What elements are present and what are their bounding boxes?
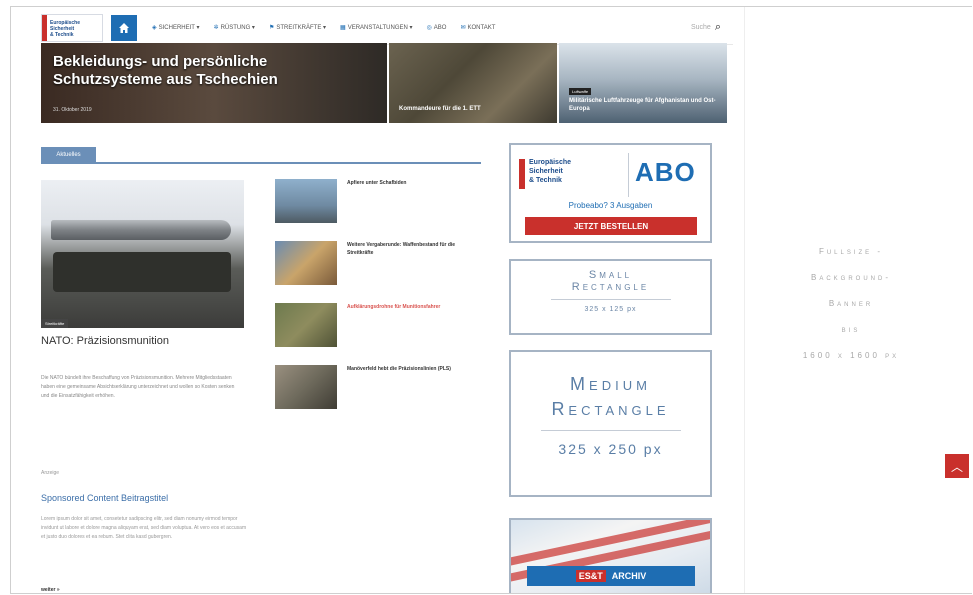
sponsored-label: Anzeige xyxy=(41,470,60,476)
search-icon[interactable]: ⌕ xyxy=(715,21,721,34)
logo-red-bar xyxy=(42,14,47,41)
medium-rectangle-ad[interactable]: Medium Rectangle 325 x 250 px xyxy=(509,350,712,497)
hero-card-2-tag: Luftwaffe xyxy=(569,88,592,95)
article-thumbnail[interactable] xyxy=(275,303,337,347)
nav-item-abo[interactable]: ◎ Abo xyxy=(427,24,447,31)
top-navigation: Europäische Sicherheit & Technik ◈ Sicher… xyxy=(41,11,733,45)
calendar-icon: ▦ xyxy=(340,25,346,31)
gear-icon: ✲ xyxy=(213,25,219,31)
ad-line-1: Small xyxy=(588,269,633,281)
section-tab-aktuelles[interactable]: Aktuelles xyxy=(41,147,96,163)
nav-item-ruestung[interactable]: ✲ Rüstung ▾ xyxy=(214,24,255,31)
archiv-ad-banner[interactable]: ES&T ARCHIV xyxy=(509,518,712,593)
abo-heading: ABO xyxy=(635,157,696,187)
banner-line-2: Background- xyxy=(810,273,891,282)
featured-article-title[interactable]: NATO: Präzisionsmunition xyxy=(41,335,169,347)
scroll-to-top-button[interactable]: ︿ xyxy=(945,454,969,478)
chevron-up-icon: ︿ xyxy=(950,459,963,474)
archiv-label: ARCHIV xyxy=(611,571,647,581)
hero-slider: Bekleidungs- und persönliche Schutzsyste… xyxy=(41,43,733,123)
read-more-link[interactable]: weiter » xyxy=(41,587,60,593)
article-title[interactable]: Weitere Vergaberunde: Waffenbestand für … xyxy=(347,241,475,303)
nav-item-label: Veranstaltungen xyxy=(347,25,408,31)
list-item[interactable]: Apfiere unter Schafbiden xyxy=(275,179,475,241)
hero-main-date: 31. Oktober 2019 xyxy=(53,107,92,113)
archiv-band[interactable]: ES&T ARCHIV xyxy=(527,566,695,586)
section-divider xyxy=(41,162,481,164)
abo-logo-red-bar xyxy=(519,159,525,189)
list-item[interactable]: Manöverfeld hebt die Präzisionslinien (P… xyxy=(275,365,475,427)
ad-divider xyxy=(540,430,681,431)
ad-divider xyxy=(550,299,671,300)
nav-item-label: Abo xyxy=(433,25,447,31)
shield-icon: ◈ xyxy=(152,25,157,31)
abo-logo-line-1: Europäische xyxy=(529,159,572,166)
flag-icon: ⚑ xyxy=(268,25,275,31)
article-title-hovered[interactable]: Aufklärungsdrohne für Munitionsfahrer xyxy=(347,303,440,365)
hero-card-2-title[interactable]: Militärische Luftfahrzeuge für Afghanist… xyxy=(569,97,727,113)
hero-card-1-title[interactable]: Kommandeure für die 1. ETT xyxy=(399,105,481,113)
nav-item-streitkraefte[interactable]: ⚑ Streitkräfte ▾ xyxy=(269,24,326,31)
abo-logo-line-3: & Technik xyxy=(529,177,562,184)
home-button[interactable] xyxy=(111,14,137,41)
banner-line-4: bis xyxy=(841,325,861,334)
article-title[interactable]: Manöverfeld hebt die Präzisionslinien (P… xyxy=(347,365,451,427)
hero-main-title[interactable]: Bekleidungs- und persönliche Schutzsyste… xyxy=(53,53,375,89)
nav-item-kontakt[interactable]: ✉ Kontakt xyxy=(460,24,495,31)
order-now-button[interactable]: JETZT BESTELLEN xyxy=(525,217,697,235)
nav-item-sicherheit[interactable]: ◈ Sicherheit ▾ xyxy=(152,24,200,31)
abo-probe-text: Probeabo? 3 Ausgaben xyxy=(568,201,653,210)
logo-line-3: & Technik xyxy=(50,31,74,38)
abo-logo-line-2: Sicherheit xyxy=(529,168,563,175)
nav-item-label: Sicherheit xyxy=(158,25,195,31)
ad-size: 325 x 125 px xyxy=(584,306,637,313)
article-thumbnail[interactable] xyxy=(275,179,337,223)
article-thumbnail[interactable] xyxy=(275,365,337,409)
article-thumbnail[interactable] xyxy=(275,241,337,285)
main-column: Europäische Sicherheit & Technik ◈ Sicher… xyxy=(41,7,733,593)
list-item[interactable]: Weitere Vergaberunde: Waffenbestand für … xyxy=(275,241,475,303)
hero-card-1[interactable]: Kommandeure für die 1. ETT xyxy=(389,43,557,123)
hero-card-2[interactable]: Luftwaffe Militärische Luftfahrzeuge für… xyxy=(559,43,727,123)
article-title[interactable]: Apfiere unter Schafbiden xyxy=(347,179,406,241)
search-input[interactable]: Suche xyxy=(691,24,711,31)
banner-line-3: Banner xyxy=(828,299,874,308)
hero-main-article[interactable]: Bekleidungs- und persönliche Schutzsyste… xyxy=(41,43,387,123)
featured-category-badge: Streitkräfte xyxy=(41,319,69,328)
ad-line-2: Rectangle xyxy=(571,281,650,293)
ad-size: 325 x 250 px xyxy=(558,441,663,457)
page-frame: Europäische Sicherheit & Technik ◈ Sicher… xyxy=(10,6,972,594)
nav-item-label: Streitkräfte xyxy=(276,25,322,31)
banner-line-1: Fullsize - xyxy=(818,247,884,256)
small-rectangle-ad[interactable]: Small Rectangle 325 x 125 px xyxy=(509,259,712,335)
banner-line-5: 1600 x 1600 px xyxy=(802,351,900,360)
mail-icon: ✉ xyxy=(460,25,466,31)
abo-ad-banner[interactable]: Europäische Sicherheit & Technik ABO Pro… xyxy=(509,143,712,243)
ad-line-1: Medium xyxy=(570,374,651,394)
archiv-logo: ES&T xyxy=(575,570,606,582)
cart-icon: ◎ xyxy=(426,25,432,31)
ad-line-2: Rectangle xyxy=(551,399,670,419)
list-item[interactable]: Aufklärungsdrohne für Munitionsfahrer xyxy=(275,303,475,365)
abo-logo: Europäische Sicherheit & Technik xyxy=(519,153,629,197)
nav-item-label: Rüstung xyxy=(220,25,251,31)
search-box[interactable]: Suche ⌕ xyxy=(691,21,721,34)
nav-item-label: Kontakt xyxy=(467,25,496,31)
background-banner-placeholder[interactable]: Fullsize - Background- Banner bis 1600 x… xyxy=(756,239,946,369)
featured-article-image[interactable]: Streitkräfte xyxy=(41,180,244,328)
munition-shape xyxy=(51,220,231,240)
sponsored-text: Lorem ipsum dolor sit amet, consetetur s… xyxy=(41,516,247,540)
loader-shape xyxy=(53,252,231,292)
site-logo[interactable]: Europäische Sicherheit & Technik xyxy=(41,13,103,42)
article-list: Apfiere unter Schafbiden Weitere Vergabe… xyxy=(275,179,475,427)
content-divider xyxy=(744,7,745,593)
featured-article-excerpt: Die NATO bündelt ihre Beschaffung von Pr… xyxy=(41,375,235,399)
sponsored-title[interactable]: Sponsored Content Beitragstitel xyxy=(41,493,168,503)
nav-item-veranstaltungen[interactable]: ▦ Veranstaltungen ▾ xyxy=(340,24,412,31)
home-icon xyxy=(119,22,129,33)
